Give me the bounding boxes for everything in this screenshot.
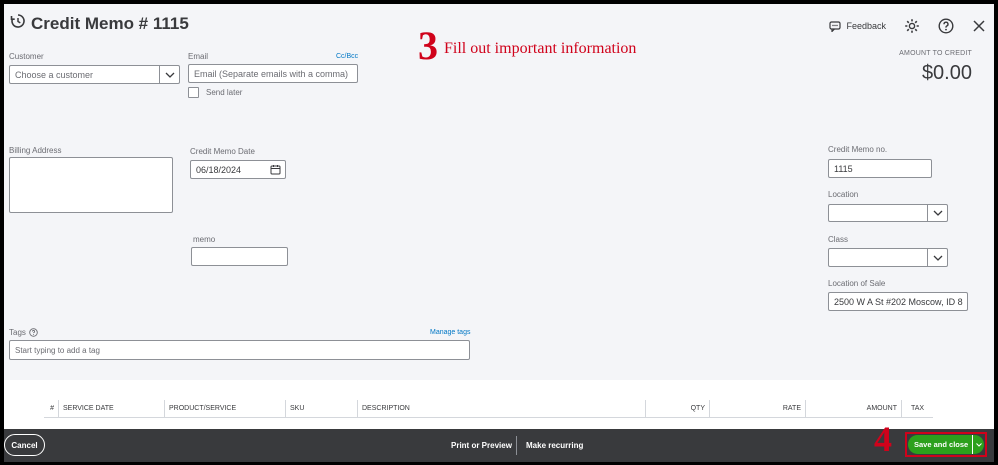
memo-field[interactable] xyxy=(191,247,288,266)
billing-address-label: Billing Address xyxy=(9,146,62,155)
date-label: Credit Memo Date xyxy=(190,147,255,156)
credit-memo-window: Credit Memo # 1115 3 Fill out important … xyxy=(4,4,994,462)
feedback-button[interactable]: Feedback xyxy=(829,20,886,32)
date-value: 06/18/2024 xyxy=(196,164,242,175)
email-placeholder: Email (Separate emails with a comma) xyxy=(194,68,349,79)
annotation-number: 3 xyxy=(418,23,438,68)
chevron-down-icon[interactable] xyxy=(972,435,984,454)
amount-label: AMOUNT TO CREDIT xyxy=(899,50,972,57)
save-and-close-label: Save and close xyxy=(914,440,969,449)
column-header: QTY xyxy=(645,400,709,418)
amount-value: $0.00 xyxy=(921,62,972,84)
column-header: DESCRIPTION xyxy=(357,400,645,418)
class-select[interactable] xyxy=(828,248,948,267)
location-of-sale-field[interactable]: 2500 W A St #202 Moscow, ID 8 xyxy=(828,292,968,311)
page-title: Credit Memo # 1115 xyxy=(31,13,189,33)
column-header: TAX xyxy=(901,400,933,418)
chevron-down-icon[interactable] xyxy=(927,205,947,221)
print-preview-button[interactable]: Print or Preview xyxy=(451,441,512,450)
billing-address-field[interactable] xyxy=(9,157,173,213)
customer-placeholder: Choose a customer xyxy=(15,69,94,80)
feedback-icon xyxy=(829,20,842,32)
date-field[interactable]: 06/18/2024 xyxy=(190,160,286,179)
cancel-button[interactable]: Cancel xyxy=(4,434,45,456)
send-later-label: Send later xyxy=(206,88,243,97)
tags-label-row: Tags xyxy=(9,328,38,337)
annotation-text: Fill out important information xyxy=(444,40,637,57)
header-actions: Feedback xyxy=(829,18,986,34)
help-icon[interactable] xyxy=(29,328,38,337)
memo-no-label: Credit Memo no. xyxy=(828,145,888,154)
location-select[interactable] xyxy=(828,204,948,222)
tags-placeholder: Start typing to add a tag xyxy=(15,345,100,355)
page-title-row: Credit Memo # 1115 xyxy=(10,13,189,34)
column-header: RATE xyxy=(709,400,805,418)
annotation-step-4: 4 xyxy=(874,419,892,459)
tags-input[interactable]: Start typing to add a tag xyxy=(9,340,470,360)
gear-icon[interactable] xyxy=(904,18,920,34)
send-later-checkbox[interactable] xyxy=(188,87,199,98)
memo-no-field[interactable]: 1115 xyxy=(828,159,932,178)
column-header: AMOUNT xyxy=(805,400,901,418)
annotation-step-3: 3 Fill out important information xyxy=(418,26,636,66)
column-header: SKU xyxy=(285,400,357,418)
history-icon[interactable] xyxy=(10,13,26,34)
location-of-sale-value: 2500 W A St #202 Moscow, ID 8 xyxy=(834,296,963,307)
close-icon[interactable] xyxy=(972,19,986,33)
column-header: SERVICE DATE xyxy=(58,400,164,418)
feedback-label: Feedback xyxy=(846,21,886,31)
location-of-sale-label: Location of Sale xyxy=(828,279,886,288)
customer-select[interactable]: Choose a customer xyxy=(9,65,180,84)
chevron-down-icon[interactable] xyxy=(159,66,179,83)
customer-label: Customer xyxy=(9,52,44,61)
calendar-icon[interactable] xyxy=(270,164,281,177)
make-recurring-button[interactable]: Make recurring xyxy=(526,441,583,450)
class-label: Class xyxy=(828,235,849,244)
column-header: # xyxy=(44,400,58,418)
footer-divider xyxy=(516,436,517,455)
footer-bar: Cancel Print or Preview Make recurring 4… xyxy=(4,421,994,462)
memo-label: memo xyxy=(193,235,216,244)
ccbcc-link[interactable]: Cc/Bcc xyxy=(336,53,358,60)
manage-tags-link[interactable]: Manage tags xyxy=(430,329,470,336)
tags-label: Tags xyxy=(9,328,26,337)
cancel-label: Cancel xyxy=(11,440,38,450)
column-header: PRODUCT/SERVICE xyxy=(164,400,285,418)
chevron-down-icon[interactable] xyxy=(927,249,947,266)
email-label: Email xyxy=(188,52,209,61)
help-icon[interactable] xyxy=(938,18,954,34)
save-and-close-button[interactable]: Save and close xyxy=(908,435,984,454)
memo-no-value: 1115 xyxy=(834,163,853,174)
location-label: Location xyxy=(828,190,859,199)
email-field[interactable]: Email (Separate emails with a comma) xyxy=(188,64,358,83)
line-items-table: # SERVICE DATE PRODUCT/SERVICE SKU DESCR… xyxy=(4,380,994,430)
